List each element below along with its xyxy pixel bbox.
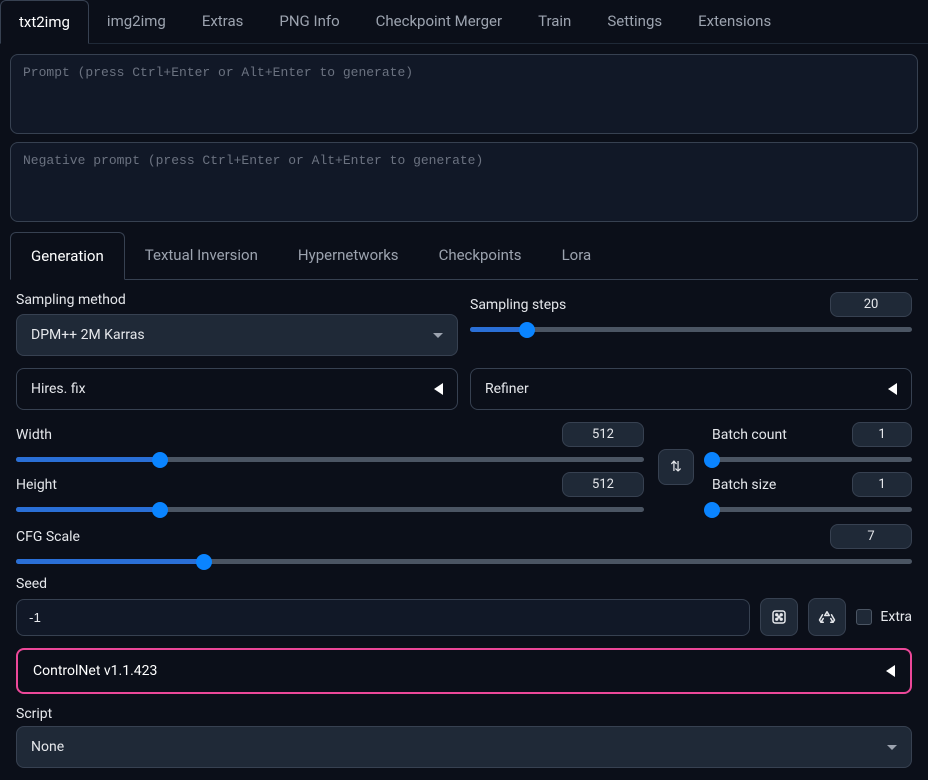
sampling-method-select[interactable]: DPM++ 2M Karras bbox=[16, 314, 458, 356]
negative-prompt-input[interactable] bbox=[10, 142, 918, 222]
tab-extensions[interactable]: Extensions bbox=[680, 0, 789, 43]
batch-size-slider[interactable] bbox=[712, 507, 912, 512]
triangle-left-icon bbox=[434, 383, 443, 395]
subtab-textual-inversion[interactable]: Textual Inversion bbox=[125, 232, 278, 279]
batch-count-value[interactable]: 1 bbox=[852, 422, 912, 447]
batch-count-label: Batch count bbox=[712, 427, 787, 443]
swap-dimensions-button[interactable]: ⇅ bbox=[658, 449, 694, 485]
script-label: Script bbox=[16, 706, 912, 722]
height-value[interactable]: 512 bbox=[562, 472, 644, 497]
height-label: Height bbox=[16, 477, 57, 493]
width-slider[interactable] bbox=[16, 457, 644, 462]
main-tabbar: txt2img img2img Extras PNG Info Checkpoi… bbox=[0, 0, 928, 44]
seed-input[interactable] bbox=[16, 599, 750, 636]
tab-pnginfo[interactable]: PNG Info bbox=[261, 0, 357, 43]
prompt-input[interactable] bbox=[10, 54, 918, 134]
sampling-method-value: DPM++ 2M Karras bbox=[31, 327, 145, 343]
tab-extras[interactable]: Extras bbox=[184, 0, 262, 43]
seed-extra-label: Extra bbox=[880, 609, 912, 625]
seed-label: Seed bbox=[16, 576, 912, 592]
batch-size-value[interactable]: 1 bbox=[852, 472, 912, 497]
triangle-left-icon bbox=[886, 665, 895, 677]
hires-fix-label: Hires. fix bbox=[31, 381, 86, 397]
sampling-steps-label: Sampling steps bbox=[470, 297, 566, 313]
swap-icon: ⇅ bbox=[670, 459, 682, 475]
reuse-seed-button[interactable] bbox=[808, 598, 846, 636]
cfg-scale-label: CFG Scale bbox=[16, 529, 80, 545]
triangle-left-icon bbox=[888, 383, 897, 395]
tab-img2img[interactable]: img2img bbox=[89, 0, 184, 43]
height-slider[interactable] bbox=[16, 507, 644, 512]
sub-tabbar: Generation Textual Inversion Hypernetwor… bbox=[10, 232, 918, 280]
refiner-accordion[interactable]: Refiner bbox=[470, 368, 912, 410]
script-select[interactable]: None bbox=[16, 726, 912, 768]
subtab-checkpoints[interactable]: Checkpoints bbox=[419, 232, 542, 279]
random-seed-button[interactable] bbox=[760, 598, 798, 636]
tab-train[interactable]: Train bbox=[520, 0, 589, 43]
checkbox-icon bbox=[856, 609, 872, 625]
width-value[interactable]: 512 bbox=[562, 422, 644, 447]
subtab-hypernetworks[interactable]: Hypernetworks bbox=[278, 232, 419, 279]
tab-checkpoint-merger[interactable]: Checkpoint Merger bbox=[358, 0, 520, 43]
tab-settings[interactable]: Settings bbox=[589, 0, 680, 43]
tab-txt2img[interactable]: txt2img bbox=[0, 0, 89, 44]
batch-size-label: Batch size bbox=[712, 477, 776, 493]
width-label: Width bbox=[16, 427, 52, 443]
seed-extra-toggle[interactable]: Extra bbox=[856, 609, 912, 625]
sampling-method-label: Sampling method bbox=[16, 292, 458, 308]
script-value: None bbox=[31, 739, 64, 755]
dice-icon bbox=[770, 608, 788, 626]
cfg-scale-value[interactable]: 7 bbox=[830, 524, 912, 549]
subtab-generation[interactable]: Generation bbox=[10, 232, 125, 280]
chevron-down-icon bbox=[887, 745, 897, 750]
refiner-label: Refiner bbox=[485, 381, 529, 397]
chevron-down-icon bbox=[433, 333, 443, 338]
sampling-steps-slider[interactable] bbox=[470, 327, 912, 332]
controlnet-accordion[interactable]: ControlNet v1.1.423 bbox=[16, 648, 912, 694]
batch-count-slider[interactable] bbox=[712, 457, 912, 462]
recycle-icon bbox=[818, 608, 836, 626]
sampling-steps-value[interactable]: 20 bbox=[830, 292, 912, 317]
subtab-lora[interactable]: Lora bbox=[542, 232, 612, 279]
hires-fix-accordion[interactable]: Hires. fix bbox=[16, 368, 458, 410]
cfg-scale-slider[interactable] bbox=[16, 559, 912, 564]
controlnet-label: ControlNet v1.1.423 bbox=[33, 663, 157, 679]
